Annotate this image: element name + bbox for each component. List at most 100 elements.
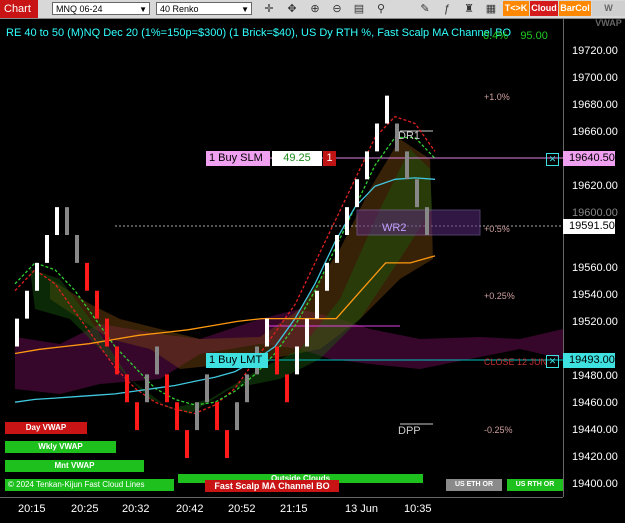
pct-level-neg025: -0.25% xyxy=(484,425,513,435)
x-tick: 20:42 xyxy=(176,503,204,515)
renko-brick xyxy=(355,179,359,208)
x-tick: 13 Jun xyxy=(345,503,379,515)
renko-brick xyxy=(135,402,139,431)
us-rth-or-label: US RTH OR xyxy=(507,479,563,491)
y-tick: 19460.00 xyxy=(572,397,618,409)
renko-brick xyxy=(185,430,189,458)
pct-level-1: +1.0% xyxy=(484,92,510,102)
renko-brick xyxy=(405,151,409,180)
renko-brick xyxy=(105,318,109,347)
renko-brick xyxy=(195,402,199,431)
chart-title: RE 40 to 50 (M)NQ Dec 20 (1%=150p=$300) … xyxy=(6,27,512,39)
renko-brick xyxy=(365,151,369,180)
wr2-label: WR2 xyxy=(382,222,407,234)
y-tick: 19620.00 xyxy=(572,180,618,192)
close-label: CLOSE 12 JUN xyxy=(484,357,548,367)
barcol-button[interactable]: BarCol xyxy=(559,1,591,16)
renko-brick xyxy=(15,318,19,347)
renko-brick xyxy=(375,123,379,152)
y-tick: 19400.00 xyxy=(572,478,618,490)
renko-brick xyxy=(325,262,329,291)
renko-brick xyxy=(35,262,39,291)
renko-brick xyxy=(345,207,349,236)
renko-brick xyxy=(145,374,149,403)
renko-brick xyxy=(315,290,319,319)
x-tick: 20:15 xyxy=(18,503,46,515)
close-slm-order-icon[interactable]: ✕ xyxy=(546,153,559,166)
title-extra-price: 95.00 xyxy=(520,30,548,42)
pan-icon[interactable]: ✥ xyxy=(285,2,299,16)
bar-type-selector[interactable]: 40 Renko ▼ xyxy=(156,2,252,15)
renko-brick xyxy=(175,402,179,431)
wkly-vwap-label: Wkly VWAP xyxy=(5,441,116,453)
buy-slm-price[interactable]: 49.25 xyxy=(272,151,322,166)
zoom-out-icon[interactable]: ⊖ xyxy=(330,2,344,16)
wr2-zone xyxy=(356,209,481,236)
renko-brick xyxy=(245,374,249,403)
pencil-icon[interactable]: ✎ xyxy=(418,2,432,16)
renko-brick xyxy=(305,318,309,347)
x-tick: 20:32 xyxy=(122,503,150,515)
pct-level-025: +0.25% xyxy=(484,291,515,301)
y-tick: 19680.00 xyxy=(572,99,618,111)
renko-brick xyxy=(275,346,279,375)
renko-brick xyxy=(155,346,159,375)
renko-brick xyxy=(165,374,169,403)
x-tick: 10:35 xyxy=(404,503,432,515)
renko-brick xyxy=(205,374,209,403)
slm-price-box: 19640.50 xyxy=(563,151,615,166)
chevron-down-icon: ▼ xyxy=(241,5,249,14)
renko-brick xyxy=(65,207,69,236)
y-tick: 19420.00 xyxy=(572,451,618,463)
close-lmt-order-icon[interactable]: ✕ xyxy=(546,355,559,368)
renko-brick xyxy=(425,207,429,236)
day-vwap-label: Day VWAP xyxy=(5,422,87,434)
x-tick: 20:52 xyxy=(228,503,256,515)
renko-brick xyxy=(415,179,419,208)
bar-type-label: 40 Renko xyxy=(160,4,199,14)
renko-brick xyxy=(25,290,29,319)
renko-brick xyxy=(285,374,289,403)
renko-brick xyxy=(385,95,389,124)
mnt-vwap-label: Mnt VWAP xyxy=(5,460,144,472)
renko-brick xyxy=(215,402,219,431)
tk-button[interactable]: T<>K xyxy=(503,1,529,16)
wvwap-button[interactable]: W VWAP xyxy=(592,1,625,28)
strategies-icon[interactable]: ♜ xyxy=(462,2,476,16)
indicators-icon[interactable]: ƒ xyxy=(440,2,454,16)
renko-brick xyxy=(85,262,89,291)
y-tick: 19480.00 xyxy=(572,370,618,382)
drawing-icon[interactable]: ⚲ xyxy=(374,2,388,16)
pct-level-05: +0.5% xyxy=(484,224,510,234)
renko-brick xyxy=(75,235,79,263)
x-tick: 20:25 xyxy=(71,503,99,515)
buy-slm-qty[interactable]: 1 xyxy=(323,151,336,166)
title-extra: 0.4% 95.00 xyxy=(483,30,548,42)
buy-lmt-order[interactable]: 1 Buy LMT xyxy=(206,353,268,368)
y-tick: 19700.00 xyxy=(572,72,618,84)
last-price-box: 19591.50 xyxy=(563,219,615,234)
chevron-down-icon: ▼ xyxy=(139,5,147,14)
dpp-label: DPP xyxy=(398,425,421,437)
title-extra-pct: 0.4% xyxy=(483,30,509,42)
y-tick: 19560.00 xyxy=(572,262,618,274)
crosshair-icon[interactable]: ✛ xyxy=(262,2,276,16)
zoom-in-icon[interactable]: ⊕ xyxy=(308,2,322,16)
instrument-label: MNQ 06-24 xyxy=(56,4,103,14)
us-eth-or-label: US ETH OR xyxy=(446,479,502,491)
more-icon[interactable]: ▦ xyxy=(484,2,498,16)
y-tick: 19440.00 xyxy=(572,424,618,436)
properties-icon[interactable]: ▤ xyxy=(352,2,366,16)
fast-scalp-label: Fast Scalp MA Channel BO xyxy=(205,480,339,492)
y-tick: 19520.00 xyxy=(572,316,618,328)
renko-brick xyxy=(55,207,59,236)
instrument-selector[interactable]: MNQ 06-24 ▼ xyxy=(52,2,150,15)
cloud-button[interactable]: Cloud xyxy=(530,1,558,16)
renko-brick xyxy=(95,290,99,319)
dr1-label: DR1 xyxy=(398,130,421,142)
renko-brick xyxy=(115,346,119,375)
buy-slm-order[interactable]: 1 Buy SLM xyxy=(206,151,270,166)
renko-brick xyxy=(45,235,49,263)
chart-tab[interactable]: Chart xyxy=(0,0,38,18)
renko-brick xyxy=(125,374,129,403)
